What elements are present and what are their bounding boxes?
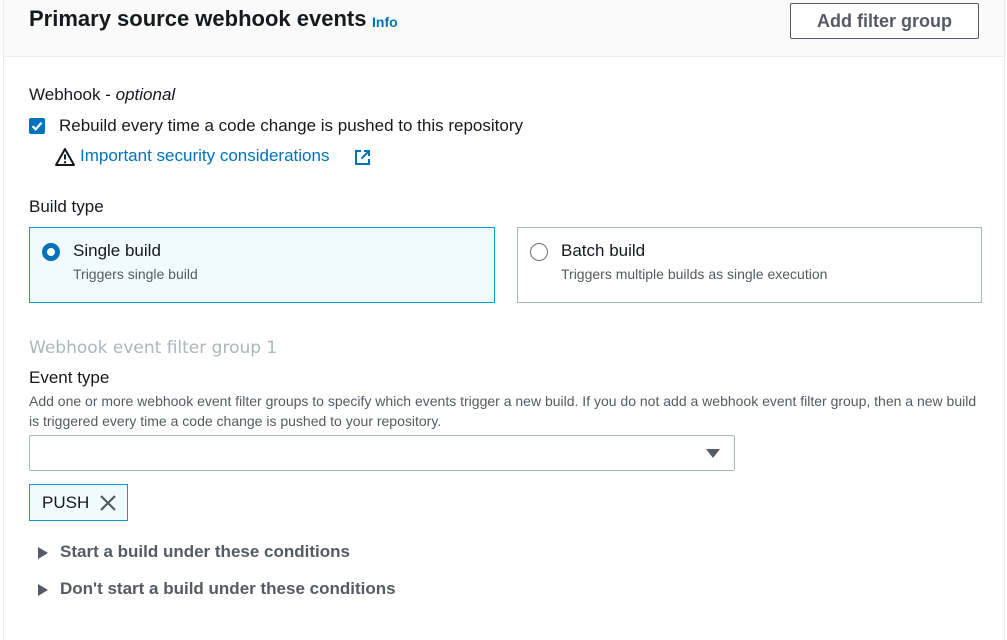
panel-header: Primary source webhook events Info Add f…	[4, 0, 1004, 57]
single-build-title: Single build	[73, 241, 161, 260]
optional-text: optional	[115, 85, 176, 104]
event-token-label: PUSH	[42, 493, 90, 512]
panel-title: Primary source webhook events	[29, 6, 367, 31]
webhook-events-panel: Primary source webhook events Info Add f…	[3, 0, 1005, 640]
event-token-push: PUSH	[29, 484, 128, 521]
add-filter-group-button[interactable]: Add filter group	[790, 3, 979, 39]
batch-build-option[interactable]: Batch build Triggers multiple builds as …	[517, 227, 982, 303]
external-link-icon[interactable]	[354, 149, 371, 166]
batch-build-title: Batch build	[561, 241, 646, 260]
rebuild-checkbox-label[interactable]: Rebuild every time a code change is push…	[59, 116, 523, 136]
single-build-option[interactable]: Single build Triggers single build	[29, 227, 495, 303]
security-considerations-link[interactable]: Important security considerations	[80, 146, 329, 166]
webhook-label: Webhook - optional	[29, 85, 176, 104]
checkmark-icon	[31, 121, 43, 131]
start-build-conditions-label: Start a build under these conditions	[60, 542, 350, 561]
caret-down-icon	[706, 449, 720, 458]
caret-right-icon	[38, 584, 48, 596]
caret-right-icon	[38, 547, 48, 559]
event-type-label: Event type	[29, 368, 110, 387]
rebuild-checkbox[interactable]	[29, 118, 45, 134]
single-build-description: Triggers single build	[73, 266, 198, 282]
batch-build-radio[interactable]	[530, 243, 548, 261]
info-link[interactable]: Info	[372, 14, 398, 30]
dismiss-icon[interactable]	[99, 494, 117, 512]
batch-build-description: Triggers multiple builds as single execu…	[561, 266, 828, 282]
build-type-label: Build type	[29, 197, 104, 216]
warning-icon	[55, 148, 75, 166]
filter-group-heading: Webhook event filter group 1	[29, 338, 278, 358]
dont-start-build-conditions-label: Don't start a build under these conditio…	[60, 579, 396, 598]
webhook-label-text: Webhook	[29, 85, 101, 104]
single-build-radio[interactable]	[42, 243, 60, 261]
event-type-select[interactable]	[29, 435, 735, 471]
event-type-description: Add one or more webhook event filter gro…	[29, 393, 977, 429]
